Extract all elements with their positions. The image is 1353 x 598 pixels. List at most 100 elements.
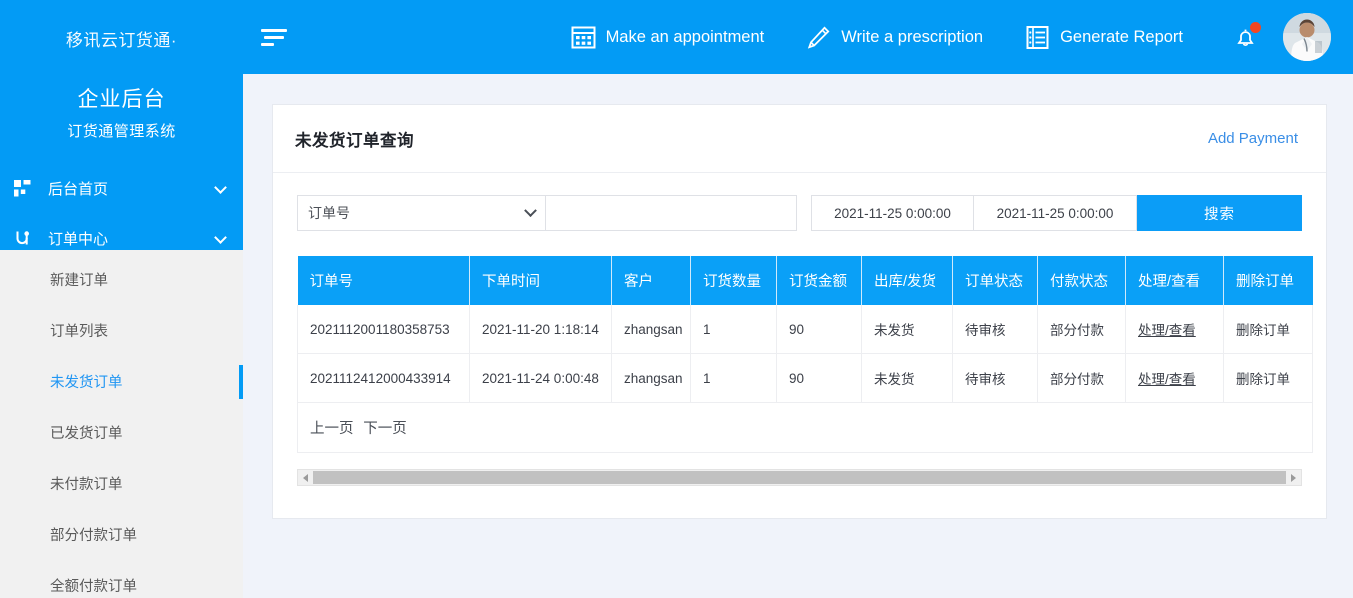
cell-process[interactable]: 处理/查看	[1125, 305, 1224, 354]
order-icon	[14, 229, 36, 247]
cell-order-status: 待审核	[952, 353, 1038, 403]
sidebar-item-unpaid-orders-label: 未付款订单	[50, 477, 123, 493]
sidebar-item-order-center-label: 订单中心	[48, 230, 109, 248]
col-payment-status[interactable]: 付款状态	[1037, 256, 1126, 305]
cell-order-status: 待审核	[952, 305, 1038, 354]
cell-process[interactable]: 处理/查看	[1125, 353, 1224, 403]
main-content: 未发货订单查询 Add Payment 订单号 搜索	[243, 74, 1353, 598]
cell-order-time: 2021-11-20 1:18:14	[469, 305, 612, 354]
sidebar-item-order-list[interactable]: 订单列表	[0, 305, 243, 356]
card-header: 未发货订单查询 Add Payment	[273, 105, 1326, 173]
chevron-right-icon[interactable]	[1286, 470, 1301, 485]
col-process[interactable]: 处理/查看	[1125, 256, 1224, 305]
col-order-status[interactable]: 订单状态	[952, 256, 1038, 305]
cell-shipping: 未发货	[861, 353, 953, 403]
make-appointment-label: Make an appointment	[605, 27, 765, 46]
cell-quantity: 1	[690, 305, 777, 354]
write-prescription-button[interactable]: Write a prescription	[806, 25, 983, 50]
prev-page-link[interactable]: 上一页	[310, 421, 354, 437]
calendar-icon	[571, 25, 596, 50]
chevron-down-icon	[215, 232, 227, 244]
system-subtitle: 订货通管理系统	[67, 123, 176, 140]
col-quantity[interactable]: 订货数量	[690, 256, 777, 305]
sidebar-item-new-order[interactable]: 新建订单	[0, 254, 243, 305]
sidebar-nav: 后台首页 订单中心	[0, 163, 243, 263]
write-prescription-label: Write a prescription	[841, 27, 984, 46]
delete-order-link[interactable]: 删除订单	[1236, 323, 1290, 338]
chevron-left-icon[interactable]	[298, 470, 313, 485]
sidebar-item-full-paid-orders[interactable]: 全额付款订单	[0, 560, 243, 598]
hamburger-line	[261, 42, 274, 46]
left-arrow-glyph	[303, 473, 308, 482]
avatar[interactable]	[1283, 13, 1331, 61]
cell-payment-status: 部分付款	[1037, 305, 1126, 354]
end-date-input[interactable]	[974, 195, 1138, 231]
filter-gap	[797, 195, 811, 231]
sidebar-item-unshipped-orders[interactable]: 未发货订单	[0, 356, 243, 407]
sidebar-submenu: 新建订单 订单列表 未发货订单 已发货订单 未付款订单 部分付款订单 全额付款订…	[0, 250, 243, 598]
notifications-button[interactable]	[1225, 17, 1265, 57]
pagination-row: 上一页 下一页	[297, 402, 1313, 453]
search-field-select-value: 订单号	[308, 205, 350, 221]
cell-customer: zhangsan	[611, 305, 691, 354]
col-delete[interactable]: 删除订单	[1223, 256, 1313, 305]
sidebar-item-shipped-orders-label: 已发货订单	[50, 426, 123, 442]
filter-bar: 订单号 搜索	[297, 195, 1302, 231]
dashboard-grid-icon	[14, 179, 36, 197]
sidebar-item-unpaid-orders[interactable]: 未付款订单	[0, 458, 243, 509]
process-view-link[interactable]: 处理/查看	[1138, 372, 1196, 387]
system-title: 企业后台	[77, 88, 166, 111]
sidebar-item-unshipped-orders-label: 未发货订单	[50, 375, 123, 391]
table-row: 2021112001180358753 2021-11-20 1:18:14 z…	[297, 305, 1313, 354]
cell-customer: zhangsan	[611, 353, 691, 403]
table-row: 2021112412000433914 2021-11-24 0:00:48 z…	[297, 353, 1313, 403]
table-header-row: 订单号 下单时间 客户 订货数量 订货金额 出库/发货 订单状态 付款状态 处理…	[297, 256, 1313, 305]
card-body: 订单号 搜索	[273, 173, 1326, 486]
report-list-icon	[1025, 25, 1050, 50]
generate-report-label: Generate Report	[1060, 27, 1183, 46]
col-amount[interactable]: 订货金额	[776, 256, 862, 305]
cell-amount: 90	[776, 353, 862, 403]
cell-delete[interactable]: 删除订单	[1223, 305, 1313, 354]
start-date-input[interactable]	[811, 195, 975, 231]
horizontal-scrollbar[interactable]	[297, 469, 1302, 486]
right-arrow-glyph	[1291, 473, 1296, 482]
search-field-select[interactable]: 订单号	[297, 195, 546, 231]
sidebar-item-new-order-label: 新建订单	[50, 273, 108, 289]
orders-table: 订单号 下单时间 客户 订货数量 订货金额 出库/发货 订单状态 付款状态 处理…	[297, 256, 1313, 453]
process-view-link[interactable]: 处理/查看	[1138, 323, 1196, 338]
add-payment-link[interactable]: Add Payment	[1208, 130, 1298, 147]
cell-order-no: 2021112001180358753	[297, 305, 470, 354]
hamburger-icon[interactable]	[243, 0, 305, 74]
search-button[interactable]: 搜索	[1137, 195, 1302, 231]
orders-table-head: 订单号 下单时间 客户 订货数量 订货金额 出库/发货 订单状态 付款状态 处理…	[297, 256, 1313, 305]
cell-amount: 90	[776, 305, 862, 354]
orders-table-body: 2021112001180358753 2021-11-20 1:18:14 z…	[297, 305, 1313, 453]
cell-payment-status: 部分付款	[1037, 353, 1126, 403]
make-appointment-button[interactable]: Make an appointment	[571, 25, 765, 50]
cell-order-no: 2021112412000433914	[297, 353, 470, 403]
sidebar-item-dashboard[interactable]: 后台首页	[0, 163, 243, 213]
pencil-icon	[806, 25, 831, 50]
col-shipping[interactable]: 出库/发货	[861, 256, 953, 305]
sidebar-item-partial-paid-orders-label: 部分付款订单	[50, 528, 137, 544]
cell-order-time: 2021-11-24 0:00:48	[469, 353, 612, 403]
chevron-down-icon	[523, 203, 537, 217]
sidebar-item-partial-paid-orders[interactable]: 部分付款订单	[0, 509, 243, 560]
top-bar: Make an appointment Write a prescription	[243, 0, 1353, 74]
page-title: 未发货订单查询	[295, 131, 414, 150]
next-page-link[interactable]: 下一页	[363, 421, 407, 437]
col-order-no[interactable]: 订单号	[297, 256, 470, 305]
chevron-down-icon	[215, 182, 227, 194]
delete-order-link[interactable]: 删除订单	[1236, 372, 1290, 387]
generate-report-button[interactable]: Generate Report	[1025, 25, 1183, 50]
hamburger-line	[264, 35, 284, 39]
sidebar-item-full-paid-orders-label: 全额付款订单	[50, 579, 137, 595]
scrollbar-thumb[interactable]	[313, 471, 1286, 484]
col-order-time[interactable]: 下单时间	[469, 256, 612, 305]
col-customer[interactable]: 客户	[611, 256, 691, 305]
cell-delete[interactable]: 删除订单	[1223, 353, 1313, 403]
hamburger-line	[261, 28, 287, 32]
search-keyword-input[interactable]	[545, 195, 798, 231]
sidebar-item-shipped-orders[interactable]: 已发货订单	[0, 407, 243, 458]
